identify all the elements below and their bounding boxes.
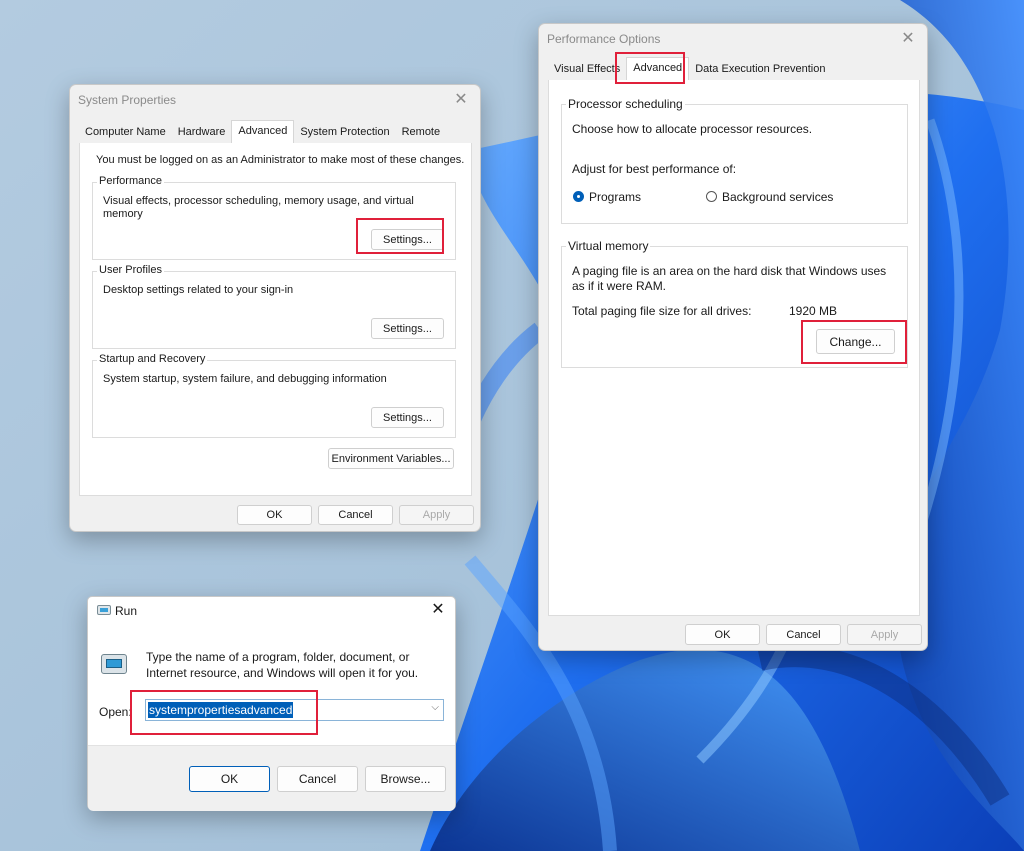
chevron-down-icon[interactable]: ⌵ <box>431 702 439 713</box>
startup-recovery-settings-button[interactable]: Settings... <box>371 407 444 428</box>
run-program-icon <box>101 654 127 674</box>
environment-variables-button[interactable]: Environment Variables... <box>328 448 454 469</box>
virtual-memory-description: A paging file is an area on the hard dis… <box>572 264 887 293</box>
tab-data-execution-prevention[interactable]: Data Execution Prevention <box>689 59 831 79</box>
programs-radio-label[interactable]: Programs <box>589 190 641 204</box>
open-combobox[interactable]: systempropertiesadvanced ⌵ <box>145 699 444 721</box>
startup-recovery-group: Startup and Recovery System startup, sys… <box>92 353 456 438</box>
run-dialog-window: Run ✕ Type the name of a program, folder… <box>87 596 456 811</box>
background-services-radio[interactable] <box>706 191 717 202</box>
performance-settings-button[interactable]: Settings... <box>371 229 444 250</box>
tab-remote[interactable]: Remote <box>396 122 447 142</box>
tab-computer-name[interactable]: Computer Name <box>79 122 172 142</box>
processor-scheduling-group: Processor scheduling Choose how to alloc… <box>561 97 908 224</box>
processor-scheduling-label: Processor scheduling <box>566 97 685 111</box>
performance-description: Visual effects, processor scheduling, me… <box>103 195 414 220</box>
user-profiles-settings-button[interactable]: Settings... <box>371 318 444 339</box>
virtual-memory-label: Virtual memory <box>566 239 651 253</box>
ok-button[interactable]: OK <box>237 505 312 525</box>
run-app-icon <box>97 605 111 615</box>
apply-button[interactable]: Apply <box>847 624 922 645</box>
user-profiles-group: User Profiles Desktop settings related t… <box>92 264 456 349</box>
open-input[interactable]: systempropertiesadvanced <box>148 702 294 718</box>
performance-label: Performance <box>97 175 164 187</box>
virtual-memory-group: Virtual memory A paging file is an area … <box>561 239 908 368</box>
cancel-button[interactable]: Cancel <box>318 505 393 525</box>
browse-button[interactable]: Browse... <box>365 766 446 792</box>
user-profiles-description: Desktop settings related to your sign-in <box>103 284 294 296</box>
close-icon[interactable]: ✕ <box>899 30 917 48</box>
close-icon[interactable]: ✕ <box>452 91 470 109</box>
system-properties-titlebar: System Properties ✕ <box>70 85 480 115</box>
cancel-button[interactable]: Cancel <box>277 766 358 792</box>
performance-options-titlebar: Performance Options ✕ <box>539 24 927 54</box>
run-dialog-titlebar: Run ✕ <box>88 597 455 625</box>
startup-recovery-description: System startup, system failure, and debu… <box>103 373 387 385</box>
cancel-button[interactable]: Cancel <box>766 624 841 645</box>
total-paging-label: Total paging file size for all drives: <box>572 304 752 318</box>
tab-hardware[interactable]: Hardware <box>172 122 232 142</box>
system-properties-window: System Properties ✕ Computer Name Hardwa… <box>69 84 481 532</box>
adjust-performance-label: Adjust for best performance of: <box>572 162 737 176</box>
open-label: Open: <box>99 705 132 719</box>
change-button[interactable]: Change... <box>816 329 895 354</box>
ok-button[interactable]: OK <box>685 624 760 645</box>
run-button-bar: OK Cancel Browse... <box>88 745 455 811</box>
performance-options-title: Performance Options <box>547 32 661 46</box>
total-paging-value: 1920 MB <box>789 304 838 318</box>
processor-scheduling-description: Choose how to allocate processor resourc… <box>572 122 813 136</box>
performance-group: Performance Visual effects, processor sc… <box>92 175 456 260</box>
programs-radio[interactable] <box>573 191 584 202</box>
background-services-radio-label[interactable]: Background services <box>722 190 833 204</box>
run-description: Type the name of a program, folder, docu… <box>146 650 419 680</box>
tab-system-protection[interactable]: System Protection <box>294 122 395 142</box>
startup-recovery-label: Startup and Recovery <box>97 353 208 365</box>
run-dialog-title: Run <box>115 604 138 618</box>
tab-visual-effects[interactable]: Visual Effects <box>548 59 626 79</box>
system-properties-title: System Properties <box>78 93 177 107</box>
tab-advanced[interactable]: Advanced <box>626 57 690 81</box>
apply-button[interactable]: Apply <box>399 505 474 525</box>
ok-button[interactable]: OK <box>189 766 270 792</box>
tab-advanced[interactable]: Advanced <box>231 120 295 144</box>
advanced-tab-page: Processor scheduling Choose how to alloc… <box>548 80 920 616</box>
performance-options-window: Performance Options ✕ Visual Effects Adv… <box>538 23 928 651</box>
close-icon[interactable]: ✕ <box>429 601 447 619</box>
admin-note: You must be logged on as an Administrato… <box>96 154 465 166</box>
user-profiles-label: User Profiles <box>97 264 164 276</box>
advanced-tab-page: You must be logged on as an Administrato… <box>79 143 472 496</box>
